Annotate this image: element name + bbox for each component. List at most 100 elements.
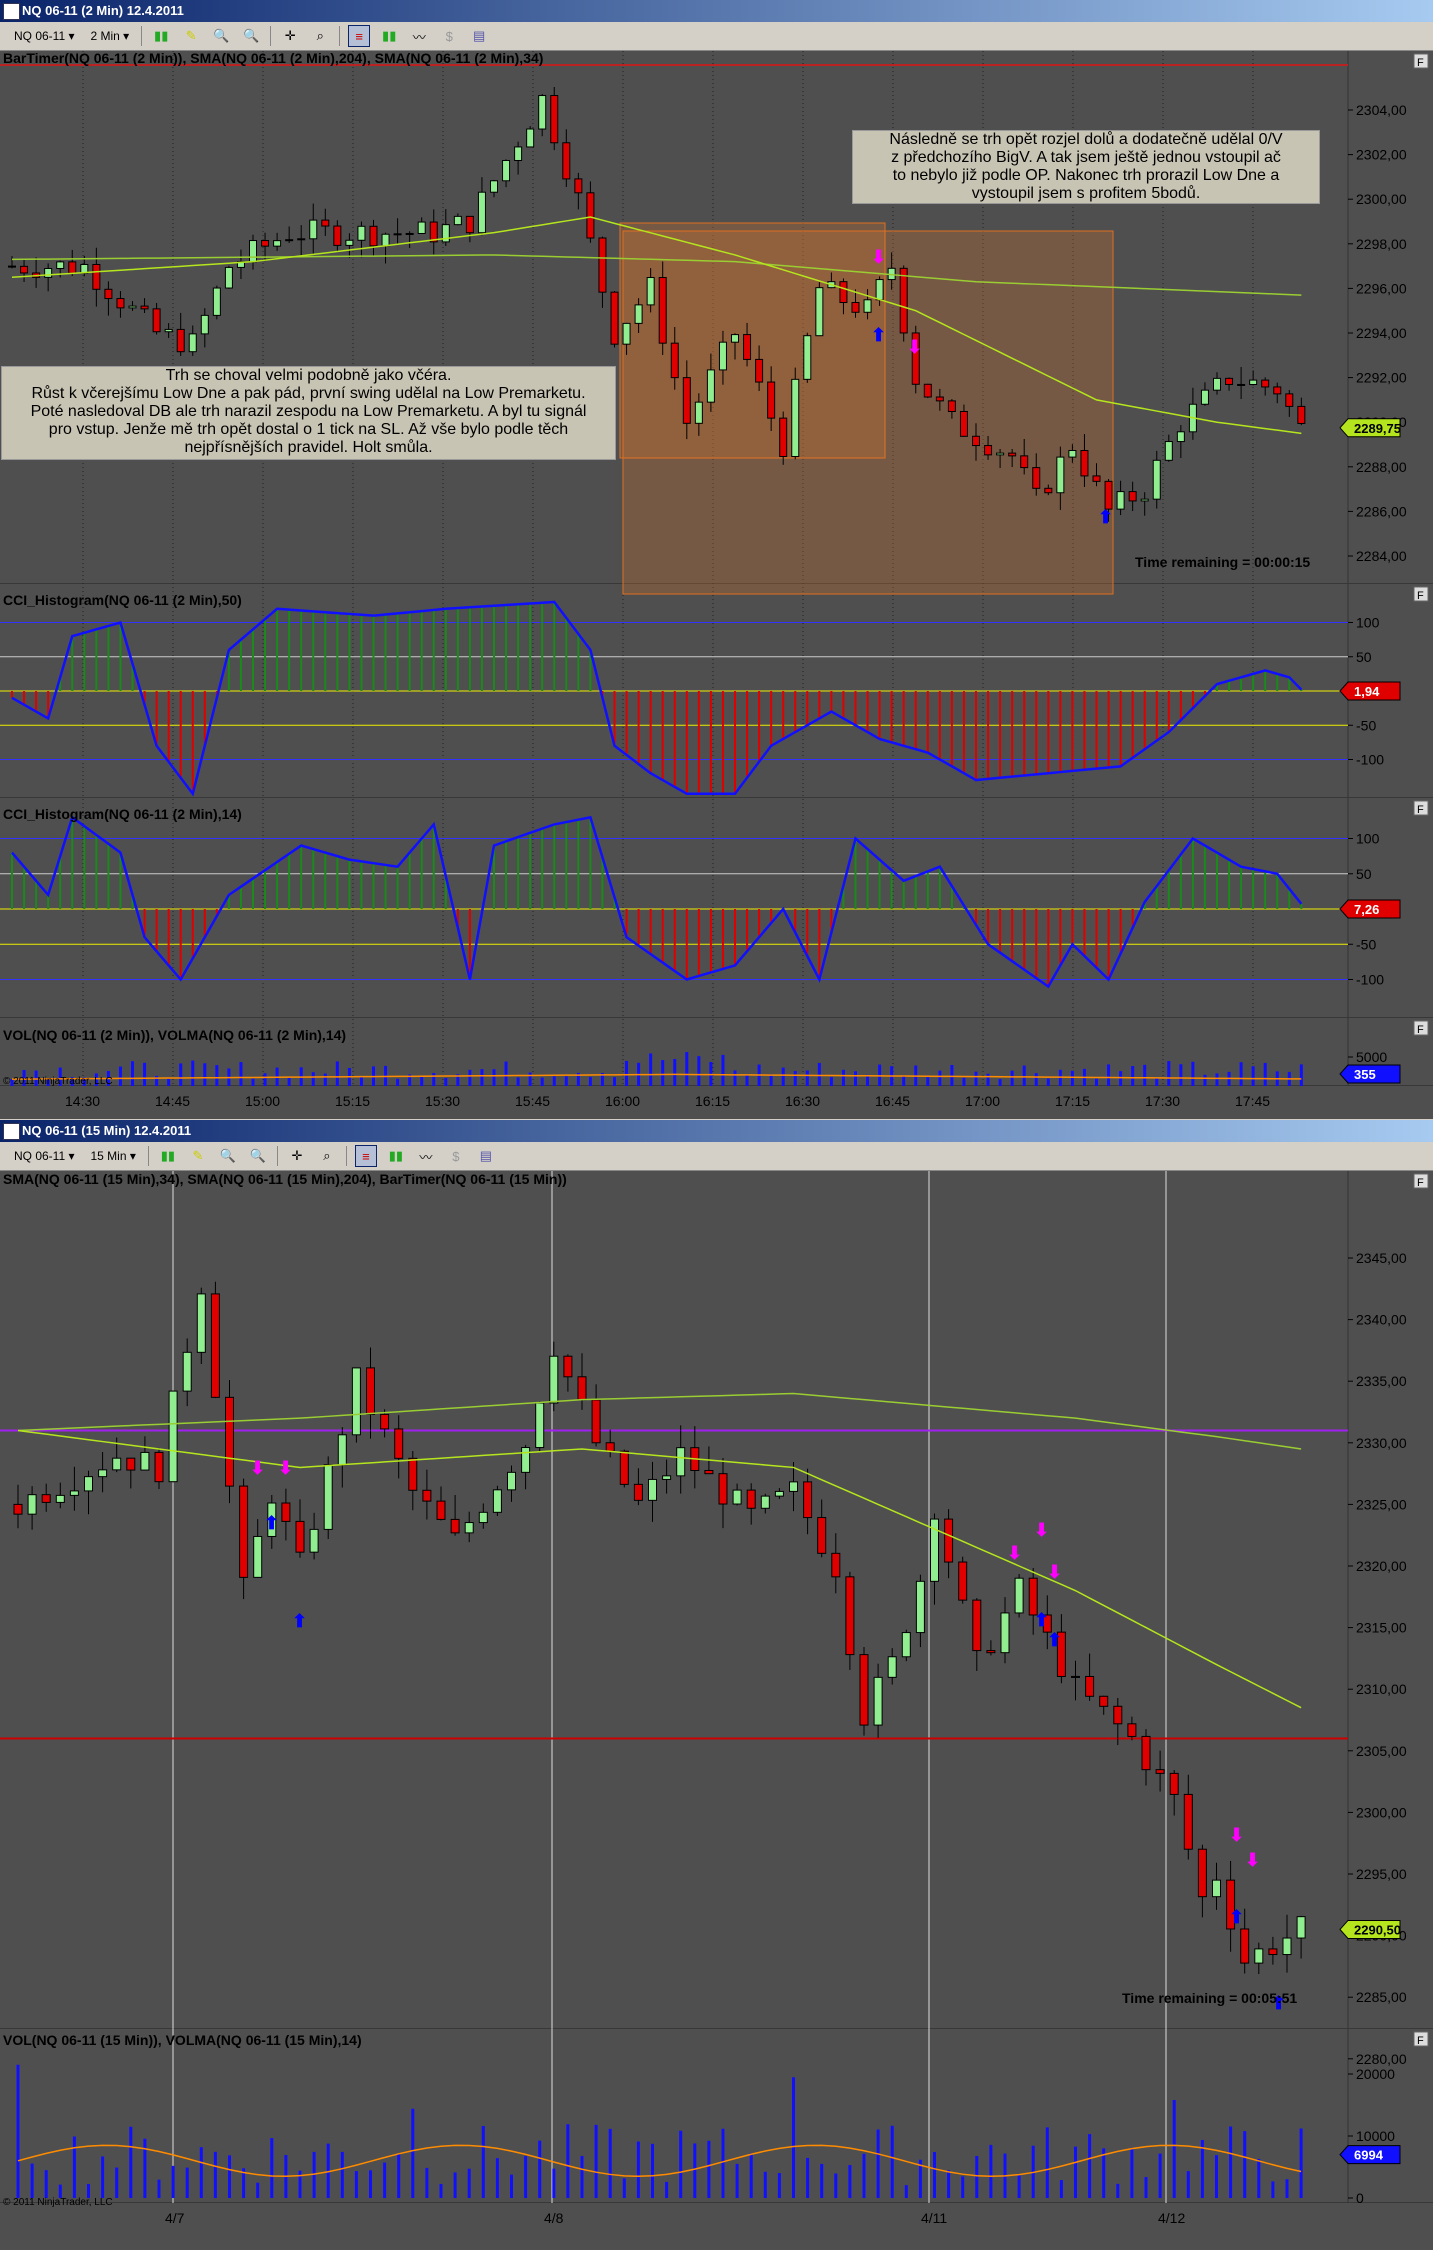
- price-panel-label: SMA(NQ 06-11 (15 Min),34), SMA(NQ 06-11 …: [3, 1171, 567, 1187]
- time-axis-label: 15:00: [245, 1093, 280, 1109]
- buy-arrow-icon: ⬆: [871, 325, 886, 345]
- candle-down: [92, 263, 101, 290]
- volume-axis-tick-label: 20000: [1356, 2066, 1395, 2082]
- indicators-icon[interactable]: ▮▮: [378, 25, 400, 47]
- instrument-selector[interactable]: NQ 06-11 ▾: [10, 1149, 79, 1163]
- data-box-icon[interactable]: ▤: [468, 25, 490, 47]
- dollar-icon[interactable]: $: [438, 25, 460, 47]
- candle-up: [182, 1351, 192, 1392]
- candle-down: [586, 192, 595, 239]
- candle-up: [706, 369, 715, 403]
- candle-up: [1296, 1916, 1306, 1939]
- crosshair-icon[interactable]: ✛: [286, 1145, 308, 1167]
- candle-down: [41, 1494, 51, 1503]
- candle-down: [923, 383, 932, 398]
- candle-up: [478, 1511, 488, 1524]
- time-axis-label: 16:15: [695, 1093, 730, 1109]
- candle-down: [8, 265, 16, 268]
- candle-down: [899, 267, 908, 334]
- candle-down: [465, 215, 474, 234]
- candle-down: [281, 1502, 291, 1522]
- chart-style-icon[interactable]: ▮▮: [150, 25, 172, 47]
- candle-down: [1127, 1723, 1137, 1737]
- magnifier-icon[interactable]: ⌕: [309, 25, 331, 47]
- chart-style-icon[interactable]: ▮▮: [157, 1145, 179, 1167]
- annotation-note-left[interactable]: Trh se choval velmi podobně jako včéra. R…: [1, 366, 616, 460]
- candle-up: [357, 225, 366, 241]
- interval-selector[interactable]: 15 Min ▾: [87, 1149, 140, 1163]
- candle-up: [718, 341, 727, 371]
- chart-properties-icon[interactable]: 〰: [415, 1145, 437, 1167]
- annotation-note-right[interactable]: Následně se trh opět rozjel dolů a dodat…: [852, 130, 1320, 204]
- sell-arrow-icon: ⬇: [278, 1458, 293, 1478]
- candle-down: [1297, 405, 1306, 424]
- window-title: NQ 06-11 (15 Min) 12.4.2011: [22, 1123, 192, 1138]
- price-axis-tick-label: 2292,00: [1356, 370, 1407, 386]
- zoom-out-icon[interactable]: 🔍: [247, 1145, 269, 1167]
- candle-up: [1000, 1612, 1010, 1654]
- time-axis-label: 16:30: [785, 1093, 820, 1109]
- candle-up: [732, 1489, 742, 1505]
- candle-up: [1068, 449, 1077, 458]
- strategies-icon[interactable]: ≡: [348, 25, 371, 47]
- chart-2min[interactable]: F F F F 2304,00 2302,00 2300,00 2298,00 2296,00 2…: [0, 51, 1433, 1119]
- candle-up: [393, 233, 402, 236]
- candle-up: [1164, 441, 1173, 461]
- candle-up: [492, 1489, 502, 1513]
- pencil-draw-icon[interactable]: ✎: [180, 25, 202, 47]
- chart-15min[interactable]: F F 2345,00 2340,00 2335,00 2330,00 2325,00 232…: [0, 1171, 1433, 2250]
- zoom-in-icon[interactable]: 🔍: [217, 1145, 239, 1167]
- cci-axis-tick-label: 100: [1356, 831, 1380, 847]
- chart-toolbar: NQ 06-11 ▾ 2 Min ▾ ▮▮ ✎ 🔍 🔍 ✛ ⌕ ≡ ▮▮ 〰 $…: [0, 22, 1433, 51]
- candle-up: [164, 328, 173, 333]
- strategies-icon[interactable]: ≡: [354, 1145, 377, 1167]
- candle-up: [464, 1522, 474, 1534]
- candle-up: [538, 95, 547, 130]
- candle-up: [200, 314, 209, 335]
- candle-down: [380, 1413, 390, 1430]
- zoom-out-icon[interactable]: 🔍: [240, 25, 262, 47]
- dollar-icon[interactable]: $: [445, 1145, 467, 1167]
- price-axis-tick-label: 2294,00: [1356, 325, 1407, 341]
- candle-down: [104, 288, 113, 300]
- candle-up: [140, 1451, 150, 1471]
- price-axis-tick-label: 2305,00: [1356, 1743, 1407, 1759]
- candle-down: [605, 1442, 615, 1452]
- candle-down: [176, 328, 185, 353]
- candle-down: [670, 342, 679, 379]
- candle-up: [1014, 1577, 1024, 1614]
- price-axis-tick-label: 2310,00: [1356, 1681, 1407, 1697]
- candle-up: [69, 1490, 79, 1496]
- candle-up: [98, 1469, 108, 1478]
- candle-down: [1008, 452, 1017, 457]
- crosshair-icon[interactable]: ✛: [279, 25, 301, 47]
- instrument-selector[interactable]: NQ 06-11 ▾: [10, 29, 79, 43]
- magnifier-icon[interactable]: ⌕: [316, 1145, 338, 1167]
- interval-selector[interactable]: 2 Min ▾: [87, 29, 134, 43]
- candle-up: [309, 1528, 319, 1553]
- candle-down: [321, 219, 330, 227]
- chart-properties-icon[interactable]: 〰: [408, 25, 430, 47]
- candle-down: [658, 277, 667, 344]
- price-axis-tick-label: 2300,00: [1356, 1804, 1407, 1820]
- chart-window-2min: NQ 06-11 (2 Min) 12.4.2011 NQ 06-11 ▾ 2 …: [0, 0, 1433, 1120]
- candle-down: [851, 302, 860, 313]
- sell-arrow-icon: ⬇: [250, 1458, 265, 1478]
- sell-arrow-icon: ⬇: [1007, 1543, 1022, 1563]
- candle-down: [20, 265, 29, 274]
- pencil-draw-icon[interactable]: ✎: [187, 1145, 209, 1167]
- candle-up: [1140, 498, 1149, 502]
- candle-up: [405, 232, 414, 235]
- candle-down: [422, 1489, 432, 1502]
- candle-up: [1200, 389, 1209, 405]
- data-box-icon[interactable]: ▤: [475, 1145, 497, 1167]
- candle-up: [1176, 431, 1185, 443]
- panel-F-label: F: [1417, 2035, 1424, 2047]
- sell-arrow-icon: ⬇: [907, 337, 922, 357]
- candle-down: [1169, 1772, 1179, 1795]
- candle-down: [598, 237, 607, 293]
- indicators-icon[interactable]: ▮▮: [385, 1145, 407, 1167]
- price-axis-tick-label: 2304,00: [1356, 102, 1407, 118]
- time-axis-label: 15:30: [425, 1093, 460, 1109]
- zoom-in-icon[interactable]: 🔍: [210, 25, 232, 47]
